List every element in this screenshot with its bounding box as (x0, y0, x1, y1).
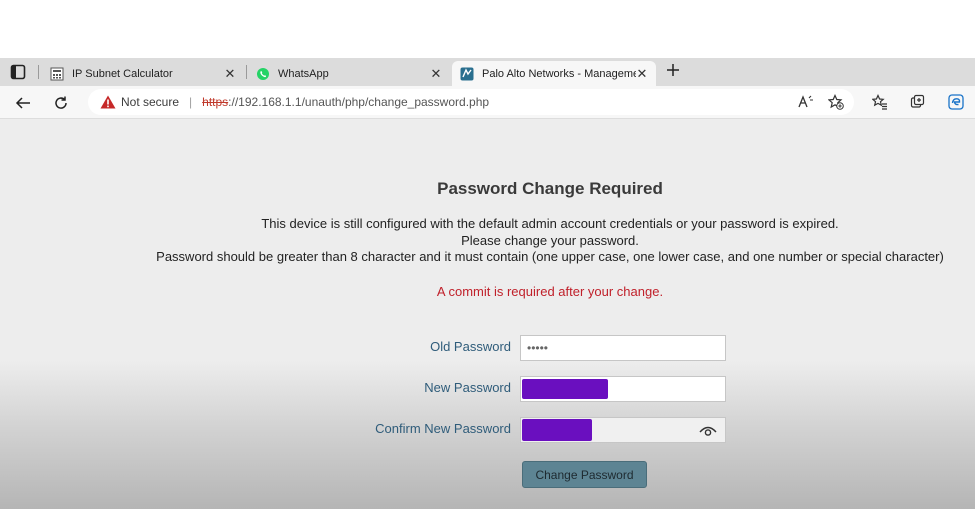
close-icon[interactable]: ✕ (224, 67, 236, 80)
credential-message: This device is still configured with the… (261, 216, 839, 231)
tab-divider (38, 65, 39, 79)
palo-alto-logo-icon (460, 67, 474, 80)
refresh-icon[interactable] (52, 94, 70, 112)
page-content: Password Change Required This device is … (0, 119, 975, 509)
tab-title: Palo Alto Networks - Manageme (482, 67, 636, 80)
redaction-mark (522, 379, 608, 399)
favorites-icon[interactable] (872, 94, 888, 110)
screen-top-blank (0, 0, 975, 58)
browser-address-bar: Not secure | https://192.168.1.1/unauth/… (0, 86, 975, 119)
tab-palo-alto-networks[interactable]: Palo Alto Networks - Manageme ✕ (452, 61, 656, 86)
old-password-label: Old Password (430, 339, 511, 354)
close-icon[interactable]: ✕ (636, 67, 648, 80)
edge-browser-icon[interactable] (948, 94, 964, 110)
tab-title: IP Subnet Calculator (72, 67, 173, 80)
url-scheme: https (202, 95, 229, 109)
redaction-mark (522, 419, 592, 441)
close-icon[interactable]: ✕ (430, 67, 442, 80)
collections-icon[interactable] (910, 94, 926, 110)
change-password-message: Please change your password. (461, 233, 639, 248)
browser-tab-bar: IP Subnet Calculator ✕ WhatsApp ✕ Palo A… (0, 58, 975, 86)
security-status-label[interactable]: Not secure (121, 95, 179, 109)
change-password-button[interactable]: Change Password (522, 461, 647, 488)
tab-title: WhatsApp (278, 67, 329, 80)
password-requirements-message: Password should be greater than 8 charac… (156, 249, 944, 264)
calculator-icon (50, 67, 64, 80)
warning-icon[interactable] (100, 95, 116, 109)
read-aloud-icon[interactable] (798, 94, 814, 110)
tab-divider (246, 65, 247, 79)
url-text: ://192.168.1.1/unauth/php/change_passwor… (228, 95, 490, 109)
add-favorite-icon[interactable] (828, 94, 844, 110)
new-password-label: New Password (424, 380, 511, 395)
new-tab-icon[interactable] (665, 62, 681, 78)
tab-whatsapp[interactable]: WhatsApp ✕ (248, 61, 450, 86)
tab-ip-subnet-calculator[interactable]: IP Subnet Calculator ✕ (42, 61, 244, 86)
commit-required-notice: A commit is required after your change. (436, 284, 664, 299)
url-input[interactable]: Not secure | https://192.168.1.1/unauth/… (88, 89, 854, 115)
page-title: Password Change Required (437, 179, 663, 198)
back-arrow-icon[interactable] (14, 94, 32, 112)
eye-icon[interactable] (699, 425, 717, 437)
tab-actions-icon[interactable] (10, 64, 26, 80)
confirm-password-label: Confirm New Password (375, 421, 511, 436)
old-password-input[interactable] (520, 335, 726, 361)
address-separator: | (189, 95, 193, 109)
whatsapp-icon (257, 67, 269, 80)
